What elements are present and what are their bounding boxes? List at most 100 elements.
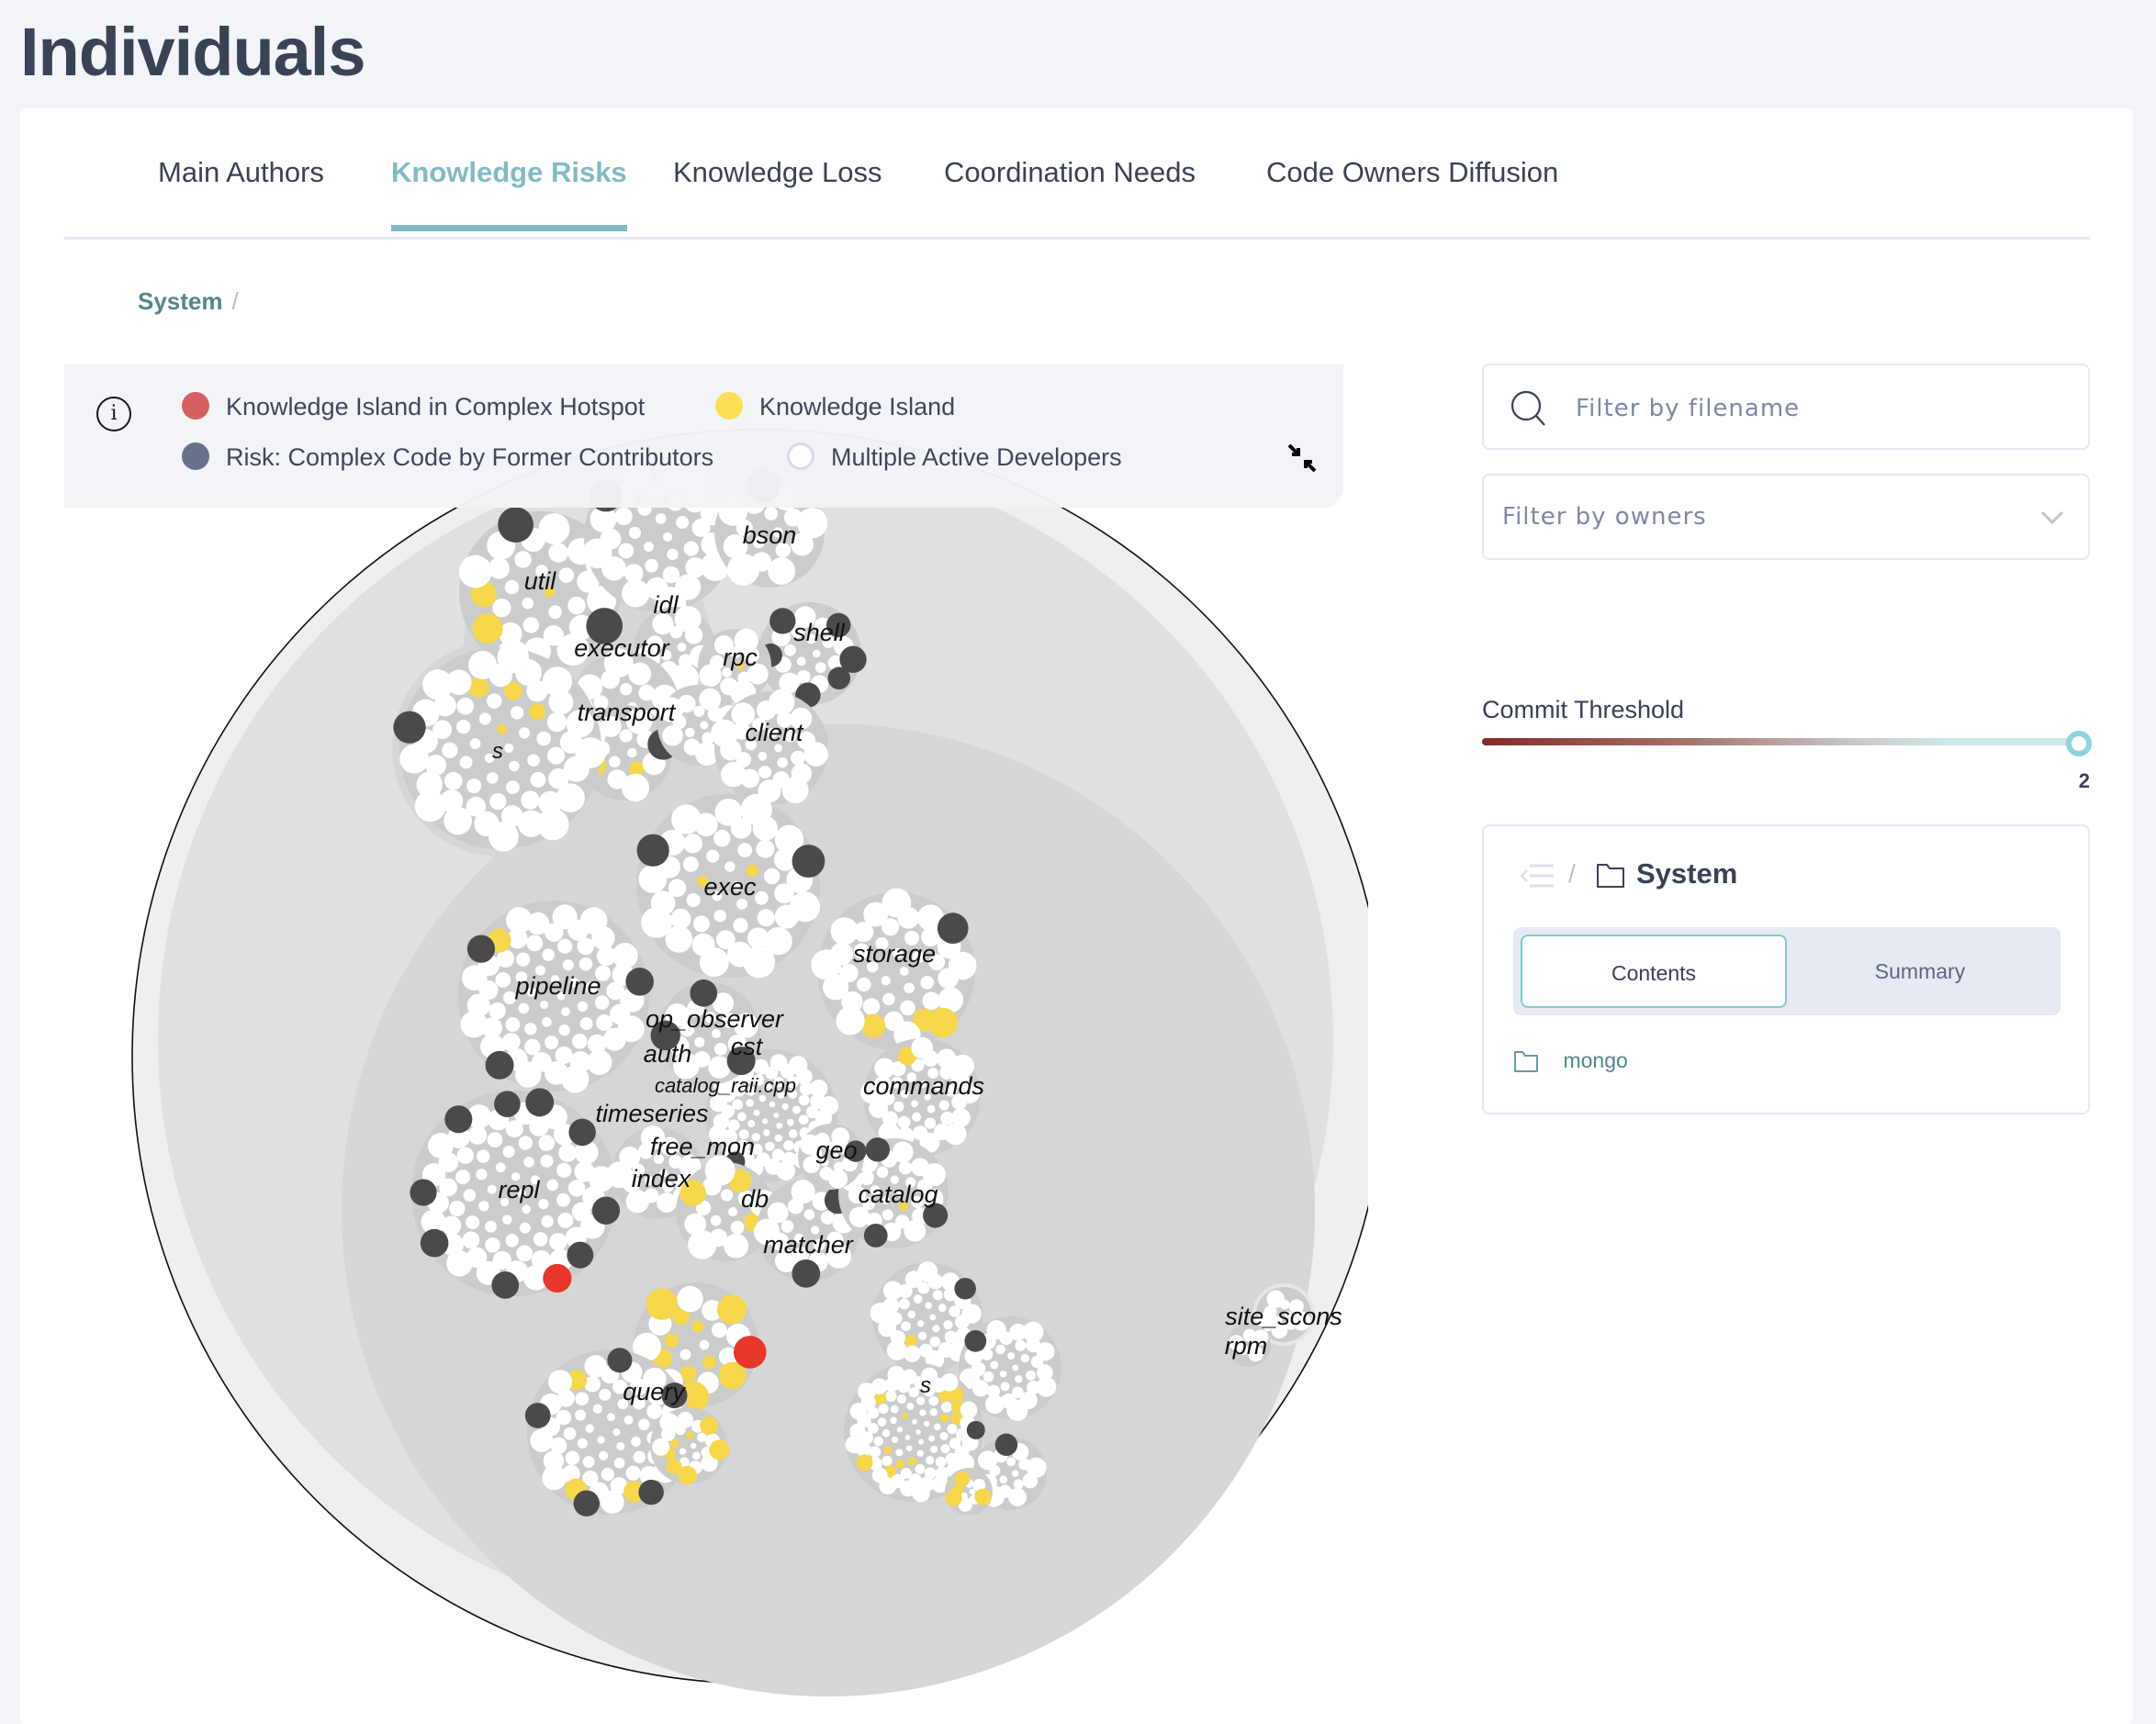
- file-circle-knowledge-island[interactable]: [856, 1454, 873, 1472]
- file-circle-active-developers[interactable]: [478, 1200, 489, 1212]
- file-circle-active-developers[interactable]: [923, 1420, 930, 1427]
- file-circle-active-developers[interactable]: [509, 760, 520, 772]
- file-circle-active-developers[interactable]: [633, 1450, 646, 1463]
- file-circle-active-developers[interactable]: [881, 1455, 893, 1466]
- file-circle-active-developers[interactable]: [939, 1431, 949, 1440]
- file-circle-active-developers[interactable]: [486, 772, 499, 784]
- file-circle-active-developers[interactable]: [892, 1436, 899, 1443]
- file-circle-active-developers[interactable]: [848, 1206, 870, 1227]
- file-circle-active-developers[interactable]: [456, 1147, 474, 1164]
- file-circle-active-developers[interactable]: [546, 746, 566, 765]
- file-circle-active-developers[interactable]: [724, 861, 736, 872]
- file-circle-active-developers[interactable]: [677, 1285, 703, 1313]
- file-circle-active-developers[interactable]: [552, 904, 578, 930]
- file-circle-active-developers[interactable]: [460, 1011, 488, 1038]
- file-circle-active-developers[interactable]: [940, 1401, 952, 1413]
- file-circle-active-developers[interactable]: [713, 1042, 727, 1056]
- file-circle-active-developers[interactable]: [1006, 1457, 1016, 1467]
- file-circle-active-developers[interactable]: [621, 773, 650, 802]
- file-circle-active-developers[interactable]: [904, 982, 915, 994]
- file-circle-active-developers[interactable]: [1007, 1352, 1016, 1360]
- file-circle-active-developers[interactable]: [506, 907, 533, 934]
- file-circle-active-developers[interactable]: [612, 1427, 621, 1437]
- file-circle-active-developers[interactable]: [1011, 1470, 1019, 1477]
- file-circle-active-developers[interactable]: [679, 1448, 687, 1455]
- file-circle-active-developers[interactable]: [1012, 1364, 1019, 1371]
- file-circle-active-developers[interactable]: [662, 532, 673, 543]
- file-circle-active-developers[interactable]: [497, 641, 530, 674]
- file-circle-active-developers[interactable]: [713, 909, 727, 923]
- file-circle-active-developers[interactable]: [575, 737, 606, 768]
- file-circle-active-developers[interactable]: [558, 1143, 578, 1162]
- file-circle-active-developers[interactable]: [578, 957, 593, 971]
- file-circle-active-developers[interactable]: [463, 1189, 477, 1202]
- file-circle-active-developers[interactable]: [557, 1212, 574, 1228]
- file-circle-active-developers[interactable]: [803, 742, 828, 767]
- file-circle-active-developers[interactable]: [540, 1154, 554, 1168]
- file-circle-active-developers[interactable]: [706, 849, 720, 863]
- file-circle-active-developers[interactable]: [428, 1133, 454, 1159]
- file-circle-active-developers[interactable]: [489, 792, 507, 811]
- file-circle-active-developers[interactable]: [849, 1403, 868, 1420]
- file-circle-active-developers[interactable]: [709, 1094, 728, 1113]
- file-circle-active-developers[interactable]: [522, 1204, 532, 1215]
- file-circle-active-developers[interactable]: [1015, 1339, 1027, 1351]
- file-circle-knowledge-island[interactable]: [895, 1459, 905, 1469]
- file-circle-former-contributors[interactable]: [568, 1118, 596, 1147]
- file-circle-active-developers[interactable]: [699, 688, 722, 711]
- file-circle-former-contributors[interactable]: [567, 1241, 594, 1269]
- file-circle-active-developers[interactable]: [476, 1149, 490, 1163]
- file-circle-active-developers[interactable]: [522, 617, 540, 633]
- file-circle-active-developers[interactable]: [940, 1373, 959, 1392]
- file-circle-active-developers[interactable]: [758, 751, 768, 761]
- file-circle-active-developers[interactable]: [556, 1162, 572, 1179]
- file-circle-active-developers[interactable]: [932, 1290, 943, 1301]
- file-circle-active-developers[interactable]: [692, 915, 710, 933]
- file-circle-active-developers[interactable]: [983, 1371, 994, 1383]
- file-circle-active-developers[interactable]: [890, 1405, 899, 1414]
- file-circle-active-developers[interactable]: [612, 942, 638, 969]
- file-circle-active-developers[interactable]: [607, 1413, 615, 1422]
- file-circle-active-developers[interactable]: [677, 643, 687, 652]
- file-circle-active-developers[interactable]: [488, 1002, 506, 1020]
- file-circle-active-developers[interactable]: [977, 1450, 998, 1471]
- file-circle-hotspot[interactable]: [543, 1263, 572, 1293]
- file-circle-active-developers[interactable]: [638, 864, 668, 893]
- file-circle-active-developers[interactable]: [515, 1061, 542, 1088]
- file-circle-active-developers[interactable]: [601, 1467, 615, 1482]
- file-circle-active-developers[interactable]: [783, 1140, 794, 1151]
- file-circle-active-developers[interactable]: [828, 1169, 848, 1189]
- file-circle-active-developers[interactable]: [895, 1449, 904, 1457]
- file-circle-active-developers[interactable]: [476, 1169, 488, 1181]
- file-circle-active-developers[interactable]: [869, 1446, 881, 1458]
- file-circle-active-developers[interactable]: [521, 790, 540, 810]
- file-circle-knowledge-island[interactable]: [939, 1413, 949, 1423]
- file-circle-active-developers[interactable]: [763, 868, 780, 885]
- file-circle-active-developers[interactable]: [1036, 1376, 1057, 1397]
- file-circle-active-developers[interactable]: [938, 1304, 947, 1313]
- file-circle-active-developers[interactable]: [905, 1445, 913, 1451]
- file-circle-active-developers[interactable]: [814, 662, 826, 674]
- file-circle-active-developers[interactable]: [763, 1129, 770, 1136]
- file-circle-knowledge-island[interactable]: [685, 1431, 694, 1439]
- file-circle-active-developers[interactable]: [478, 712, 491, 725]
- file-circle-active-developers[interactable]: [919, 1409, 926, 1416]
- file-circle-active-developers[interactable]: [676, 516, 690, 529]
- file-circle-knowledge-island[interactable]: [529, 703, 546, 720]
- file-circle-active-developers[interactable]: [613, 1457, 625, 1469]
- file-circle-active-developers[interactable]: [944, 1123, 967, 1146]
- file-circle-active-developers[interactable]: [652, 1438, 670, 1456]
- file-circle-active-developers[interactable]: [969, 1488, 976, 1495]
- file-circle-active-developers[interactable]: [984, 1394, 1005, 1415]
- file-circle-active-developers[interactable]: [671, 804, 702, 834]
- file-circle-active-developers[interactable]: [915, 1463, 926, 1474]
- file-circle-active-developers[interactable]: [584, 1375, 601, 1393]
- filename-filter-input[interactable]: [1574, 384, 2055, 433]
- file-circle-active-developers[interactable]: [565, 1450, 580, 1465]
- file-circle-active-developers[interactable]: [442, 742, 458, 758]
- file-circle-active-developers[interactable]: [530, 1428, 554, 1452]
- file-circle-active-developers[interactable]: [545, 1036, 559, 1050]
- file-circle-active-developers[interactable]: [700, 721, 709, 730]
- file-circle-active-developers[interactable]: [737, 843, 753, 857]
- file-circle-active-developers[interactable]: [462, 1231, 480, 1249]
